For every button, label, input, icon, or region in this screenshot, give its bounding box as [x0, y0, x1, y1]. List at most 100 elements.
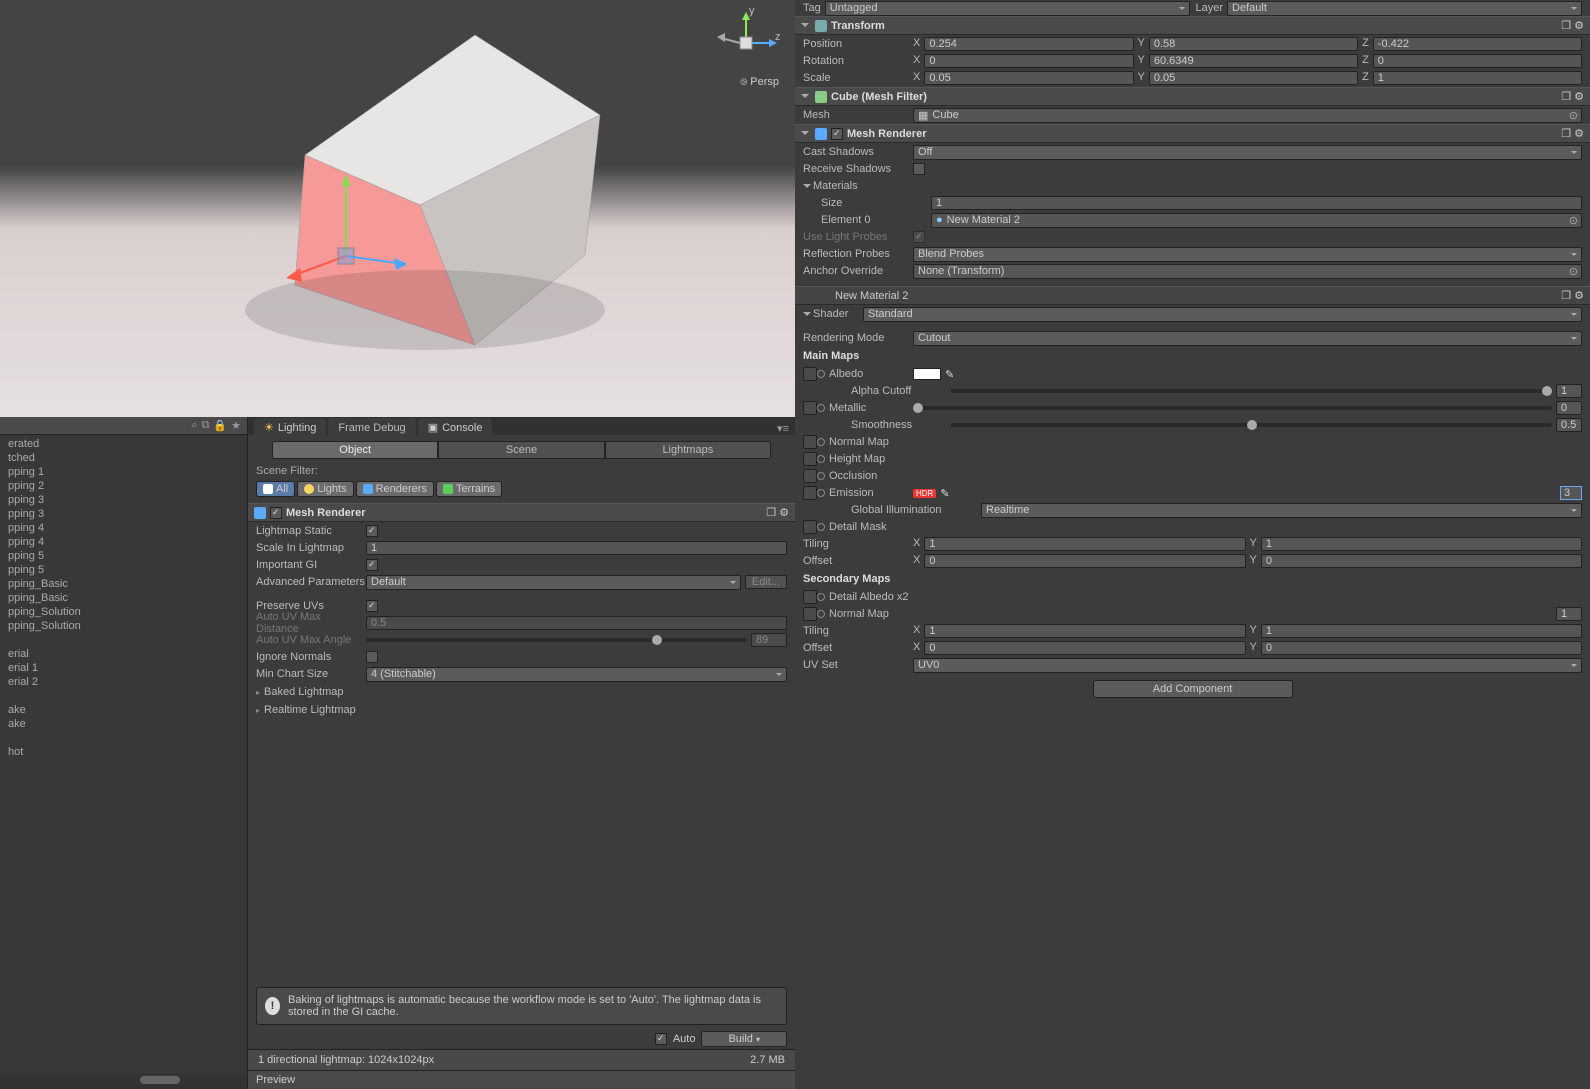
scale-lightmap-field[interactable]: 1: [366, 541, 787, 555]
component-gear-icon[interactable]: ⚙: [779, 506, 789, 519]
reflection-probes-dropdown[interactable]: Blend Probes: [913, 247, 1582, 262]
offset2-x[interactable]: 0: [924, 641, 1245, 655]
tab-frame-debug[interactable]: Frame Debug: [328, 418, 415, 435]
scene-view[interactable]: y z ⧁ Persp: [0, 0, 795, 417]
list-item[interactable]: [0, 689, 247, 703]
transform-foldout-icon[interactable]: [801, 23, 809, 31]
tab-lighting[interactable]: ☀Lighting: [254, 418, 326, 435]
list-item[interactable]: pping_Basic: [0, 591, 247, 605]
list-item[interactable]: pping 1: [0, 465, 247, 479]
tab-menu-icon[interactable]: ▾≡: [771, 422, 795, 435]
hierarchy-lock-icon[interactable]: 🔒: [213, 419, 227, 432]
list-item[interactable]: erial: [0, 647, 247, 661]
cast-shadows-dropdown[interactable]: Off: [913, 145, 1582, 160]
scene-gizmo[interactable]: [276, 168, 406, 288]
tiling2-y[interactable]: 1: [1261, 624, 1582, 638]
list-item[interactable]: ake: [0, 703, 247, 717]
rendering-mode-dropdown[interactable]: Cutout: [913, 331, 1582, 346]
metallic-slider[interactable]: [913, 406, 1552, 410]
tiling2-x[interactable]: 1: [924, 624, 1245, 638]
tiling-y[interactable]: 1: [1261, 537, 1582, 551]
emission-slot[interactable]: [803, 486, 817, 500]
metallic-texture-slot[interactable]: [803, 401, 817, 415]
important-gi-checkbox[interactable]: [366, 559, 378, 571]
mesh-filter-foldout-icon[interactable]: [801, 94, 809, 102]
list-item[interactable]: [0, 731, 247, 745]
rot-y[interactable]: 60.6349: [1149, 54, 1358, 68]
hierarchy-search-icon[interactable]: ⌕: [191, 419, 197, 432]
metallic-field[interactable]: 0: [1556, 401, 1582, 415]
lightmap-static-checkbox[interactable]: [366, 525, 378, 537]
material-foldout-icon[interactable]: [803, 312, 811, 320]
mesh-renderer-enable-checkbox[interactable]: [270, 507, 282, 519]
list-item[interactable]: erated: [0, 437, 247, 451]
list-item[interactable]: ake: [0, 717, 247, 731]
hierarchy-fav-icon[interactable]: ★: [231, 419, 241, 432]
mesh-filter-gear-icon[interactable]: ⚙: [1574, 90, 1584, 103]
normal-map2-field[interactable]: 1: [1556, 607, 1582, 621]
advanced-params-edit-button[interactable]: Edit...: [745, 575, 787, 589]
scale-y[interactable]: 0.05: [1149, 71, 1358, 85]
list-item[interactable]: pping 3: [0, 507, 247, 521]
material-gear-icon[interactable]: ⚙: [1574, 289, 1584, 302]
subtab-lightmaps[interactable]: Lightmaps: [605, 441, 771, 459]
transform-gear-icon[interactable]: ⚙: [1574, 19, 1584, 32]
offset-y[interactable]: 0: [1261, 554, 1582, 568]
subtab-object[interactable]: Object: [272, 441, 438, 459]
list-item[interactable]: pping 5: [0, 549, 247, 563]
list-item[interactable]: [0, 633, 247, 647]
list-item[interactable]: pping 3: [0, 493, 247, 507]
insp-mr-help-icon[interactable]: ❐: [1561, 127, 1571, 140]
list-item[interactable]: hot: [0, 745, 247, 759]
albedo-texture-slot[interactable]: [803, 367, 817, 381]
list-item[interactable]: pping 4: [0, 521, 247, 535]
scale-z[interactable]: 1: [1373, 71, 1582, 85]
auto-checkbox[interactable]: [655, 1033, 667, 1045]
albedo-color[interactable]: [913, 368, 941, 380]
alpha-cutoff-field[interactable]: 1: [1556, 384, 1582, 398]
advanced-params-dropdown[interactable]: Default: [366, 575, 741, 590]
mesh-filter-help-icon[interactable]: ❐: [1561, 90, 1571, 103]
baked-lightmap-foldout[interactable]: Baked Lightmap: [248, 683, 795, 701]
component-help-icon[interactable]: ❐: [766, 506, 776, 519]
emission-picker-icon[interactable]: ✎: [940, 487, 949, 500]
material-help-icon[interactable]: ❐: [1561, 289, 1571, 302]
insp-mesh-renderer-enable[interactable]: [831, 128, 843, 140]
list-item[interactable]: pping 4: [0, 535, 247, 549]
alpha-cutoff-slider[interactable]: [951, 389, 1552, 393]
list-item[interactable]: erial 2: [0, 675, 247, 689]
hierarchy-filter-icon[interactable]: ⧉: [202, 419, 210, 432]
normal-map-slot[interactable]: [803, 435, 817, 449]
emission-value-field[interactable]: 3: [1560, 486, 1582, 500]
filter-terrains[interactable]: Terrains: [436, 481, 502, 497]
build-button[interactable]: Build ▾: [701, 1031, 787, 1047]
uv-set-dropdown[interactable]: UV0: [913, 658, 1582, 673]
offset2-y[interactable]: 0: [1261, 641, 1582, 655]
receive-shadows-checkbox[interactable]: [913, 163, 925, 175]
hierarchy-list[interactable]: eratedtchedpping 1pping 2pping 3pping 3p…: [0, 435, 247, 1073]
list-item[interactable]: pping 5: [0, 563, 247, 577]
detail-albedo-slot[interactable]: [803, 590, 817, 604]
preview-bar[interactable]: Preview: [248, 1070, 795, 1089]
scene-projection-label[interactable]: ⧁ Persp: [740, 76, 779, 88]
preserve-uvs-checkbox[interactable]: [366, 600, 378, 612]
height-map-slot[interactable]: [803, 452, 817, 466]
materials-foldout-icon[interactable]: [803, 184, 811, 192]
pos-y[interactable]: 0.58: [1149, 37, 1358, 51]
rot-x[interactable]: 0: [924, 54, 1133, 68]
detail-mask-slot[interactable]: [803, 520, 817, 534]
list-item[interactable]: pping_Basic: [0, 577, 247, 591]
smoothness-slider[interactable]: [951, 423, 1552, 427]
filter-lights[interactable]: Lights: [297, 481, 353, 497]
list-item[interactable]: pping_Solution: [0, 619, 247, 633]
tab-console[interactable]: ▣Console: [418, 418, 493, 435]
layer-dropdown[interactable]: Default: [1227, 1, 1582, 16]
insp-mr-gear-icon[interactable]: ⚙: [1574, 127, 1584, 140]
materials-size-field[interactable]: 1: [931, 196, 1582, 210]
subtab-scene[interactable]: Scene: [438, 441, 604, 459]
tiling-x[interactable]: 1: [924, 537, 1245, 551]
mesh-object-field[interactable]: ▦Cube: [913, 108, 1582, 123]
scale-x[interactable]: 0.05: [924, 71, 1133, 85]
emission-hdr-badge[interactable]: HDR: [913, 489, 936, 498]
list-item[interactable]: tched: [0, 451, 247, 465]
